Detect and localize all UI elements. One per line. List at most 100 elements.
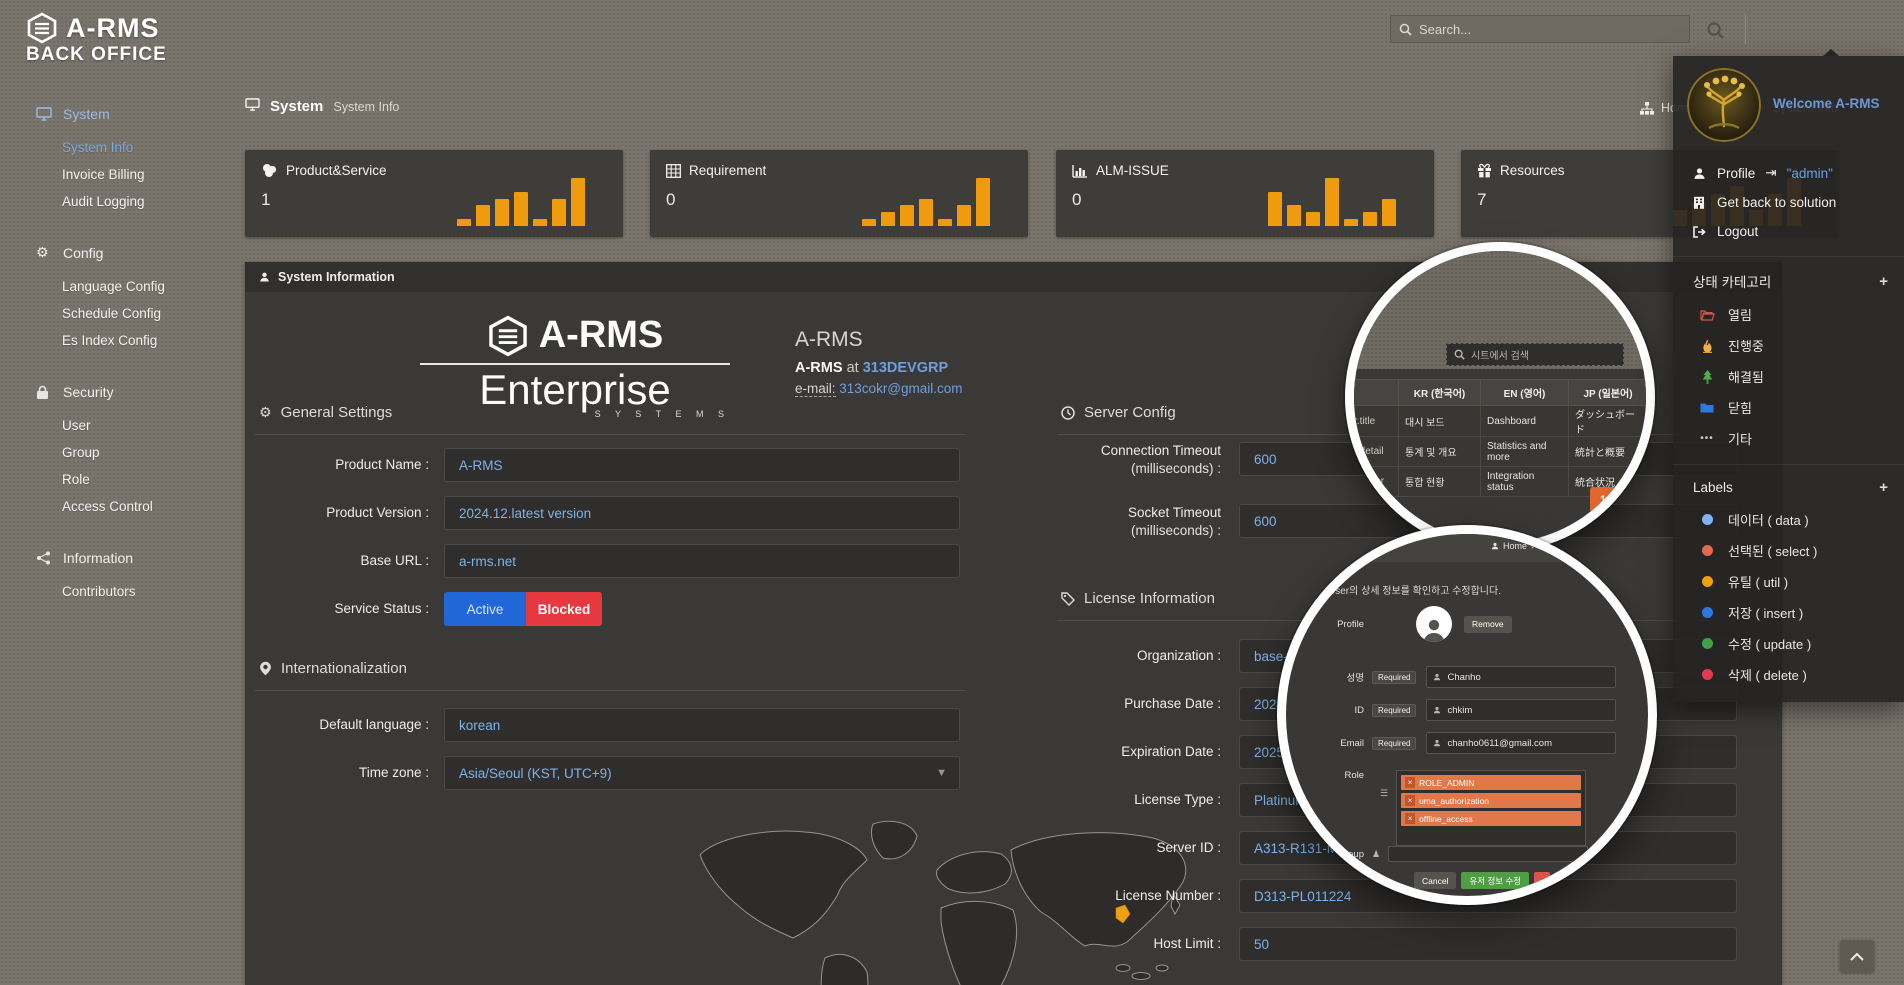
col-jp: JP (일본어) xyxy=(1569,380,1648,406)
search-icon xyxy=(1399,23,1412,36)
remove-button: Remove xyxy=(1464,616,1512,633)
product-name-input[interactable]: A-RMS xyxy=(444,448,960,482)
expiration-date-label: Expiration Date : xyxy=(1035,743,1221,761)
service-status-active-button[interactable]: Active xyxy=(444,592,526,626)
status-item-open[interactable]: 열림 xyxy=(1673,299,1904,330)
host-limit-row: Host Limit : 50 xyxy=(1035,927,1737,961)
monitor-icon xyxy=(36,107,53,121)
sidebar-item-contributors[interactable]: Contributors xyxy=(0,578,232,605)
contact-email-link[interactable]: 313cokr@gmail.com xyxy=(839,381,962,396)
sidebar-item-group[interactable]: Group xyxy=(0,439,232,466)
add-label-button[interactable]: + xyxy=(1879,479,1888,496)
server-config-title: Server Config xyxy=(1061,404,1176,421)
sidebar-section-system[interactable]: System xyxy=(0,100,232,128)
brand-hexagon-icon xyxy=(487,315,529,357)
search-input[interactable] xyxy=(1419,22,1681,37)
service-status-blocked-button[interactable]: Blocked xyxy=(526,592,602,626)
sidebar-item-access-control[interactable]: Access Control xyxy=(0,493,232,520)
profile-menu-item[interactable]: Profile ⇥ "admin" xyxy=(1673,158,1904,188)
sidebar-item-user[interactable]: User xyxy=(0,412,232,439)
stat-card-alm-issue: ALM-ISSUE 0 xyxy=(1056,150,1434,237)
table-row: der.detail 통계 및 개요 Statistics and more 統… xyxy=(1345,437,1648,467)
label-item-delete[interactable]: 삭제 ( delete ) xyxy=(1673,659,1904,690)
sidebar-item-invoice-billing[interactable]: Invoice Billing xyxy=(0,161,232,188)
name-input: Chanho xyxy=(1426,666,1616,688)
contact-org-link[interactable]: 313DEVGRP xyxy=(863,360,948,376)
required-badge: Required xyxy=(1372,704,1416,717)
add-status-category-button[interactable]: + xyxy=(1879,273,1888,290)
profile-row: Profile Remove xyxy=(1286,606,1512,642)
section-rule xyxy=(255,434,965,435)
status-category-title: 상태 카테고리 xyxy=(1693,271,1771,291)
default-language-row: Default language : korean xyxy=(255,708,960,742)
status-item-closed[interactable]: 닫힘 xyxy=(1673,392,1904,423)
label-item-insert[interactable]: 저장 ( insert ) xyxy=(1673,597,1904,628)
stat-card-product-service: Product&Service 1 xyxy=(245,150,623,237)
menu-divider xyxy=(1673,464,1904,465)
search-submit-icon[interactable] xyxy=(1700,16,1730,44)
language-table: KR (한국어) EN (영어) JP (일본어) der.title 대시 보… xyxy=(1345,379,1648,497)
avatar xyxy=(1416,606,1452,642)
sidebar-item-role[interactable]: Role xyxy=(0,466,232,493)
sidebar-item-es-index-config[interactable]: Es Index Config xyxy=(0,327,232,354)
col-kr: KR (한국어) xyxy=(1399,380,1481,406)
share-icon xyxy=(36,551,53,565)
sidebar-section-config[interactable]: ⚙ Config xyxy=(0,239,232,267)
labels-title: Labels xyxy=(1693,480,1733,495)
ellipsis-icon: ••• xyxy=(1699,433,1715,444)
list-icon: ☰ xyxy=(1380,788,1388,799)
sidebar-item-system-info[interactable]: System Info xyxy=(0,134,232,161)
history-clock-icon xyxy=(1061,406,1075,420)
page-subtitle: System Info xyxy=(333,100,399,114)
base-url-label: Base URL : xyxy=(255,552,429,570)
stat-card-label: Product&Service xyxy=(286,163,387,178)
organization-label: Organization : xyxy=(1035,647,1221,665)
welcome-text: Welcome A-RMS xyxy=(1773,96,1880,111)
brand-hexagon-icon xyxy=(26,12,58,44)
status-item-in-progress[interactable]: 진행중 xyxy=(1673,330,1904,361)
required-badge: Required xyxy=(1372,671,1416,684)
email-row: Email Required chanho0611@gmail.com xyxy=(1286,732,1616,754)
status-item-resolved[interactable]: 해결됨 xyxy=(1673,361,1904,392)
product-version-input[interactable]: 2024.12.latest version xyxy=(444,496,960,530)
sidebar-item-schedule-config[interactable]: Schedule Config xyxy=(0,300,232,327)
sidebar-item-audit-logging[interactable]: Audit Logging xyxy=(0,188,232,215)
arms-enterprise-logo: A-RMS Enterprise S Y S T E M S xyxy=(420,314,730,419)
app-screen: A-RMS BACK OFFICE System System Info Inv… xyxy=(0,0,1904,985)
open-folder-icon xyxy=(1699,309,1715,321)
contact-at: at xyxy=(847,360,859,376)
host-limit-label: Host Limit : xyxy=(1035,935,1221,953)
label-dot xyxy=(1702,669,1713,680)
sidebar: A-RMS BACK OFFICE System System Info Inv… xyxy=(0,0,232,985)
product-name-row: Product Name : A-RMS xyxy=(255,448,960,482)
base-url-input[interactable]: a-rms.net xyxy=(444,544,960,578)
get-back-to-solution-item[interactable]: Get back to solution xyxy=(1673,188,1904,217)
app-logo[interactable]: A-RMS BACK OFFICE xyxy=(0,0,232,66)
default-language-input[interactable]: korean xyxy=(444,708,960,742)
timezone-row: Time zone : Asia/Seoul (KST, UTC+9) ▼ xyxy=(255,756,960,790)
label-item-update[interactable]: 수정 ( update ) xyxy=(1673,628,1904,659)
name-row: 성명 Required Chanho xyxy=(1286,666,1616,688)
timezone-select[interactable]: Asia/Seoul (KST, UTC+9) ▼ xyxy=(444,756,960,790)
label-item-data[interactable]: 데이터 ( data ) xyxy=(1673,504,1904,535)
brand-divider xyxy=(420,363,730,365)
stat-card-requirement: Requirement 0 xyxy=(650,150,1028,237)
product-name-label: Product Name : xyxy=(255,456,429,474)
gift-icon xyxy=(1477,163,1492,178)
page-number-badge: 1 xyxy=(1590,487,1616,513)
user-form-description: 된 User의 상세 정보를 확인하고 수정합니다. xyxy=(1316,582,1628,597)
remove-chip-icon: × xyxy=(1405,813,1415,824)
sidebar-section-information[interactable]: Information xyxy=(0,544,232,572)
role-chip: ×uma_authorization xyxy=(1401,793,1581,808)
label-item-select[interactable]: 선택된 ( select ) xyxy=(1673,535,1904,566)
scroll-to-top-button[interactable] xyxy=(1840,940,1874,972)
label-item-util[interactable]: 유틸 ( util ) xyxy=(1673,566,1904,597)
logout-icon xyxy=(1691,226,1707,238)
logout-menu-item[interactable]: Logout xyxy=(1673,217,1904,246)
sidebar-item-language-config[interactable]: Language Config xyxy=(0,273,232,300)
default-language-label: Default language : xyxy=(255,716,429,734)
status-item-etc[interactable]: ••• 기타 xyxy=(1673,423,1904,454)
contact-title: A-RMS xyxy=(795,324,963,357)
host-limit-input[interactable]: 50 xyxy=(1239,927,1737,961)
sidebar-section-security[interactable]: Security xyxy=(0,378,232,406)
